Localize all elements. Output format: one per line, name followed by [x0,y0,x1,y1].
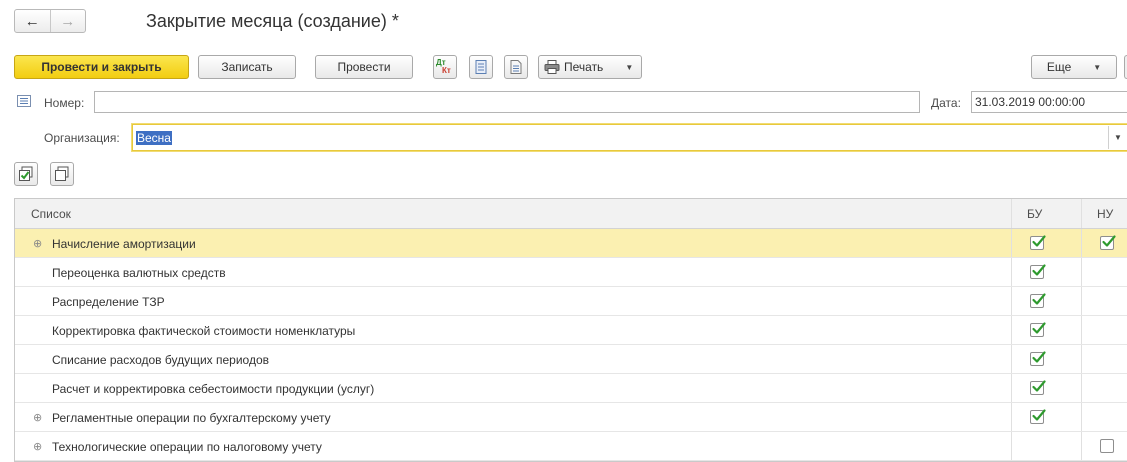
table-row[interactable]: ⊕ Начисление амортизации [15,229,1127,258]
column-divider [1011,199,1012,228]
bu-checkbox[interactable] [1030,264,1046,279]
column-header-bu[interactable]: БУ [1027,199,1042,229]
uncheck-all-icon [55,166,69,181]
organization-dropdown-button[interactable]: ▼ [1108,126,1127,149]
save-button[interactable]: Записать [198,55,296,79]
nu-checkbox[interactable] [1100,235,1116,250]
organization-label: Организация: [44,131,120,145]
table-row[interactable]: Списание расходов будущих периодов [15,345,1127,374]
column-divider [1081,432,1082,460]
page-title: Закрытие месяца (создание) * [146,11,399,31]
row-label: Корректировка фактической стоимости номе… [52,323,356,338]
row-label: Списание расходов будущих периодов [52,352,270,367]
bu-checkbox[interactable] [1030,235,1046,250]
number-label: Номер: [44,96,85,110]
operations-table: Список БУ НУ ⊕ Начисление амортизации Пере… [14,198,1127,462]
row-label: Переоценка валютных средств [52,265,226,280]
column-header-nu[interactable]: НУ [1097,199,1113,229]
bu-checkbox[interactable] [1030,380,1046,395]
organization-field[interactable]: Весна [132,124,1127,151]
nav-buttons: ← → [14,9,86,33]
row-label: Расчет и корректировка себестоимости про… [52,381,375,396]
column-divider [1011,403,1012,431]
expand-icon[interactable]: ⊕ [33,229,42,258]
row-label: Регламентные операции по бухгалтерскому … [52,410,331,425]
column-divider [1011,287,1012,315]
dt-kt-icon[interactable]: Дт Кт [433,55,457,79]
print-button[interactable]: Печать ▼ [538,55,642,79]
column-divider [1081,229,1082,257]
expand-icon[interactable]: ⊕ [33,403,42,432]
bu-checkbox[interactable] [1030,351,1046,366]
check-all-icon [19,166,33,181]
table-row[interactable]: Переоценка валютных средств [15,258,1127,287]
number-input[interactable] [94,91,920,113]
column-divider [1081,403,1082,431]
column-divider [1081,345,1082,373]
more-label: Еще [1046,60,1072,74]
column-divider [1011,432,1012,460]
organization-value: Весна [136,130,172,145]
table-row[interactable]: Корректировка фактической стоимости номе… [15,316,1127,345]
column-divider [1011,316,1012,344]
post-and-close-button[interactable]: Провести и закрыть [14,55,189,79]
check-all-button[interactable] [14,162,38,186]
column-divider [1011,345,1012,373]
column-divider [1011,229,1012,257]
column-divider [1081,199,1082,228]
bu-checkbox[interactable] [1030,322,1046,337]
date-label: Дата: [931,96,961,110]
back-arrow-icon[interactable]: ← [15,10,50,32]
row-label: Технологические операции по налоговому у… [52,439,322,454]
column-divider [1081,374,1082,402]
column-divider [1081,287,1082,315]
post-button[interactable]: Провести [315,55,413,79]
table-row[interactable]: Распределение ТЗР [15,287,1127,316]
forward-arrow-icon[interactable]: → [49,10,86,32]
bu-checkbox[interactable] [1030,293,1046,308]
nu-checkbox[interactable] [1100,439,1114,453]
column-divider [1011,258,1012,286]
column-header-list[interactable]: Список [31,199,71,229]
table-body: ⊕ Начисление амортизации Переоценка валютн… [15,229,1127,461]
table-row[interactable]: Расчет и корректировка себестоимости про… [15,374,1127,403]
uncheck-all-button[interactable] [50,162,74,186]
number-list-icon[interactable] [17,95,31,110]
expand-icon[interactable]: ⊕ [33,432,42,461]
print-label: Печать [564,60,604,74]
column-divider [1081,258,1082,286]
row-label: Начисление амортизации [52,236,196,251]
document-icon[interactable] [504,55,528,79]
chevron-down-icon: ▼ [625,62,634,72]
row-label: Распределение ТЗР [52,294,165,309]
printer-icon [544,60,560,74]
table-row[interactable]: ⊕ Технологические операции по налоговому … [15,432,1127,461]
table-row[interactable]: ⊕ Регламентные операции по бухгалтерскому… [15,403,1127,432]
column-divider [1011,374,1012,402]
dt-kt-icon-bottom: Кт [442,66,451,75]
report-list-icon[interactable] [469,55,493,79]
bu-checkbox[interactable] [1030,409,1046,424]
column-divider [1081,316,1082,344]
chevron-down-icon: ▼ [1093,62,1102,72]
chevron-down-icon: ▼ [1114,133,1122,142]
date-input[interactable]: 31.03.2019 00:00:00 [971,91,1127,113]
table-header: Список БУ НУ [15,199,1127,229]
more-button[interactable]: Еще ▼ [1031,55,1117,79]
